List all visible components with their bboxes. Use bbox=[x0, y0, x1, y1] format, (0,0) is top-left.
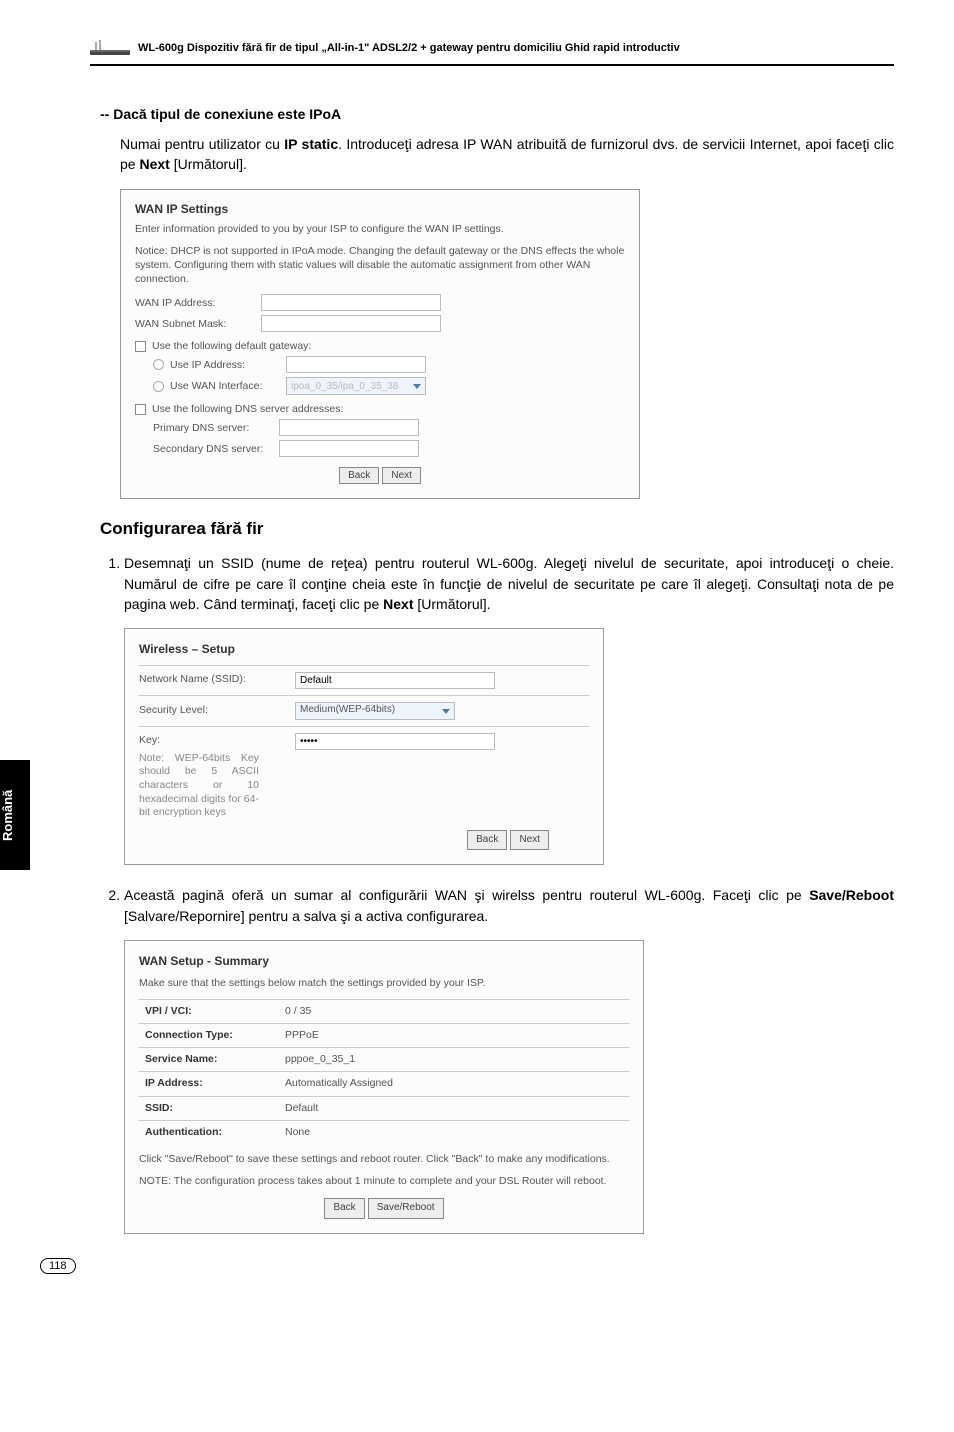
ip-addr-label: IP Address: bbox=[139, 1072, 279, 1096]
panel1-title: WAN IP Settings bbox=[135, 202, 625, 216]
use-ip-label: Use IP Address: bbox=[170, 359, 280, 371]
use-ip-input[interactable] bbox=[286, 356, 426, 373]
table-row: Service Name:pppoe_0_35_1 bbox=[139, 1048, 629, 1072]
header-product-text: WL-600g Dispozitiv fără fir de tipul „Al… bbox=[138, 42, 680, 54]
panel2-next-button[interactable]: Next bbox=[510, 830, 549, 851]
panel3-footer2: NOTE: The configuration process takes ab… bbox=[139, 1174, 629, 1188]
panel3-save-button[interactable]: Save/Reboot bbox=[368, 1198, 444, 1219]
ssid-input[interactable] bbox=[295, 672, 495, 689]
panel3-back-button[interactable]: Back bbox=[324, 1198, 364, 1219]
use-wan-if-label: Use WAN Interface: bbox=[170, 380, 280, 392]
conn-type-label: Connection Type: bbox=[139, 1023, 279, 1047]
wireless-step-1: Desemnaţi un SSID (nume de reţea) pentru… bbox=[124, 553, 894, 865]
use-wan-if-radio[interactable] bbox=[153, 381, 164, 392]
table-row: Authentication:None bbox=[139, 1120, 629, 1144]
panel1-next-button[interactable]: Next bbox=[382, 467, 421, 484]
svc-name-value: pppoe_0_35_1 bbox=[279, 1048, 629, 1072]
table-row: IP Address:Automatically Assigned bbox=[139, 1072, 629, 1096]
primary-dns-input[interactable] bbox=[279, 419, 419, 436]
header-divider bbox=[90, 64, 894, 66]
table-row: SSID:Default bbox=[139, 1096, 629, 1120]
vpi-vci-value: 0 / 35 bbox=[279, 999, 629, 1023]
wireless-step-2: Această pagină oferă un sumar al configu… bbox=[124, 885, 894, 1233]
page-number: 118 bbox=[40, 1258, 76, 1274]
wan-subnet-input[interactable] bbox=[261, 315, 441, 332]
panel2-back-button[interactable]: Back bbox=[467, 830, 507, 851]
wireless-heading: Configurarea fără fir bbox=[100, 519, 894, 539]
panel3-title: WAN Setup - Summary bbox=[139, 953, 629, 970]
use-dns-checkbox[interactable] bbox=[135, 404, 146, 415]
wan-ip-settings-panel: WAN IP Settings Enter information provid… bbox=[120, 189, 640, 500]
ssid-sum-label: SSID: bbox=[139, 1096, 279, 1120]
ipoa-paragraph: Numai pentru utilizator cu IP static. In… bbox=[120, 134, 894, 175]
table-row: VPI / VCI:0 / 35 bbox=[139, 999, 629, 1023]
wan-ip-input[interactable] bbox=[261, 294, 441, 311]
primary-dns-label: Primary DNS server: bbox=[153, 422, 273, 434]
panel1-intro: Enter information provided to you by you… bbox=[135, 222, 625, 236]
use-gateway-label: Use the following default gateway: bbox=[152, 340, 311, 352]
router-icon bbox=[90, 40, 130, 56]
use-ip-radio[interactable] bbox=[153, 359, 164, 370]
wan-ip-label: WAN IP Address: bbox=[135, 297, 255, 309]
panel2-title: Wireless – Setup bbox=[139, 641, 589, 658]
conn-type-value: PPPoE bbox=[279, 1023, 629, 1047]
vpi-vci-label: VPI / VCI: bbox=[139, 999, 279, 1023]
security-level-select[interactable]: Medium(WEP-64bits) bbox=[295, 702, 455, 720]
key-input[interactable] bbox=[295, 733, 495, 750]
secondary-dns-input[interactable] bbox=[279, 440, 419, 457]
use-wan-if-select[interactable]: ipoa_0_35/ipa_0_35_38 bbox=[286, 377, 426, 395]
summary-table: VPI / VCI:0 / 35 Connection Type:PPPoE S… bbox=[139, 999, 629, 1144]
language-tab: Română bbox=[0, 760, 30, 870]
wan-summary-panel: WAN Setup - Summary Make sure that the s… bbox=[124, 940, 644, 1234]
security-level-label: Security Level: bbox=[139, 703, 289, 718]
use-gateway-checkbox[interactable] bbox=[135, 341, 146, 352]
panel3-footer1: Click "Save/Reboot" to save these settin… bbox=[139, 1152, 629, 1166]
wan-subnet-label: WAN Subnet Mask: bbox=[135, 318, 255, 330]
secondary-dns-label: Secondary DNS server: bbox=[153, 443, 273, 455]
ip-addr-value: Automatically Assigned bbox=[279, 1072, 629, 1096]
ssid-sum-value: Default bbox=[279, 1096, 629, 1120]
use-dns-label: Use the following DNS server addresses: bbox=[152, 403, 343, 415]
panel1-notice: Notice: DHCP is not supported in IPoA mo… bbox=[135, 244, 625, 287]
page-header: WL-600g Dispozitiv fără fir de tipul „Al… bbox=[90, 40, 894, 56]
key-label: Key: bbox=[139, 733, 289, 748]
wireless-setup-panel: Wireless – Setup Network Name (SSID): Se… bbox=[124, 628, 604, 865]
auth-value: None bbox=[279, 1120, 629, 1144]
ssid-label: Network Name (SSID): bbox=[139, 672, 289, 687]
svc-name-label: Service Name: bbox=[139, 1048, 279, 1072]
table-row: Connection Type:PPPoE bbox=[139, 1023, 629, 1047]
panel1-back-button[interactable]: Back bbox=[339, 467, 379, 484]
auth-label: Authentication: bbox=[139, 1120, 279, 1144]
ipoa-heading: -- Dacă tipul de conexiune este IPoA bbox=[100, 106, 894, 122]
panel3-intro: Make sure that the settings below match … bbox=[139, 976, 629, 990]
key-note: Note: WEP-64bits Key should be 5 ASCII c… bbox=[139, 752, 259, 820]
